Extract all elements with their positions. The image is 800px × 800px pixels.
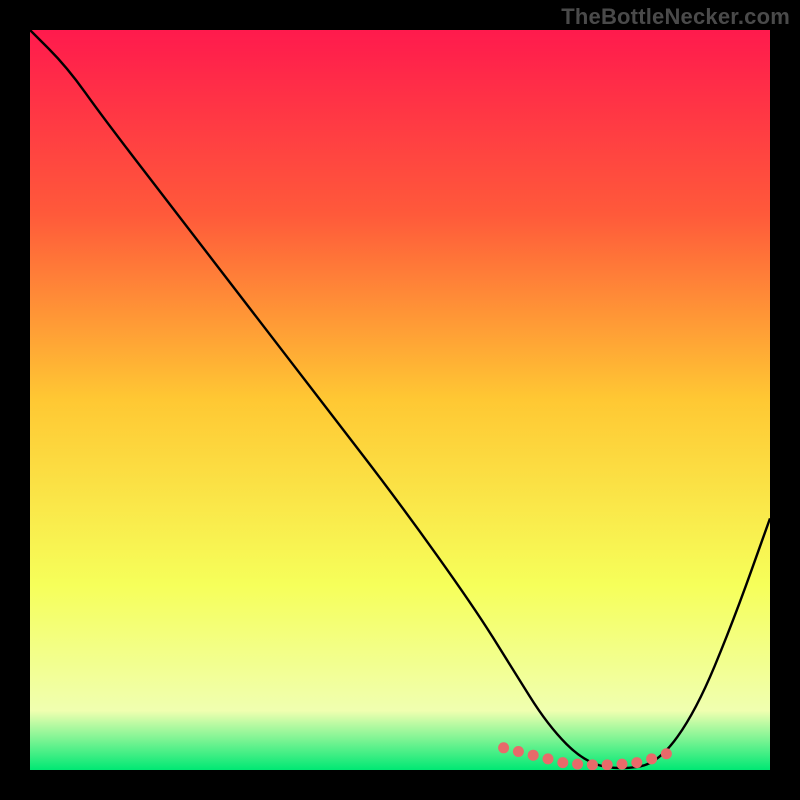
highlight-dot bbox=[587, 759, 598, 770]
highlight-dot bbox=[661, 748, 672, 759]
highlight-dot bbox=[617, 759, 628, 770]
highlight-dot bbox=[498, 742, 509, 753]
highlight-dot bbox=[602, 759, 613, 770]
highlight-dot bbox=[528, 750, 539, 761]
plot-area bbox=[30, 30, 770, 770]
highlight-dot bbox=[572, 759, 583, 770]
highlight-dot bbox=[513, 746, 524, 757]
highlight-dot bbox=[631, 757, 642, 768]
highlight-dot bbox=[557, 757, 568, 768]
chart-svg bbox=[30, 30, 770, 770]
watermark-text: TheBottleNecker.com bbox=[561, 4, 790, 30]
chart-frame: TheBottleNecker.com bbox=[0, 0, 800, 800]
highlight-dot bbox=[646, 753, 657, 764]
highlight-dot bbox=[543, 753, 554, 764]
gradient-background bbox=[30, 30, 770, 770]
